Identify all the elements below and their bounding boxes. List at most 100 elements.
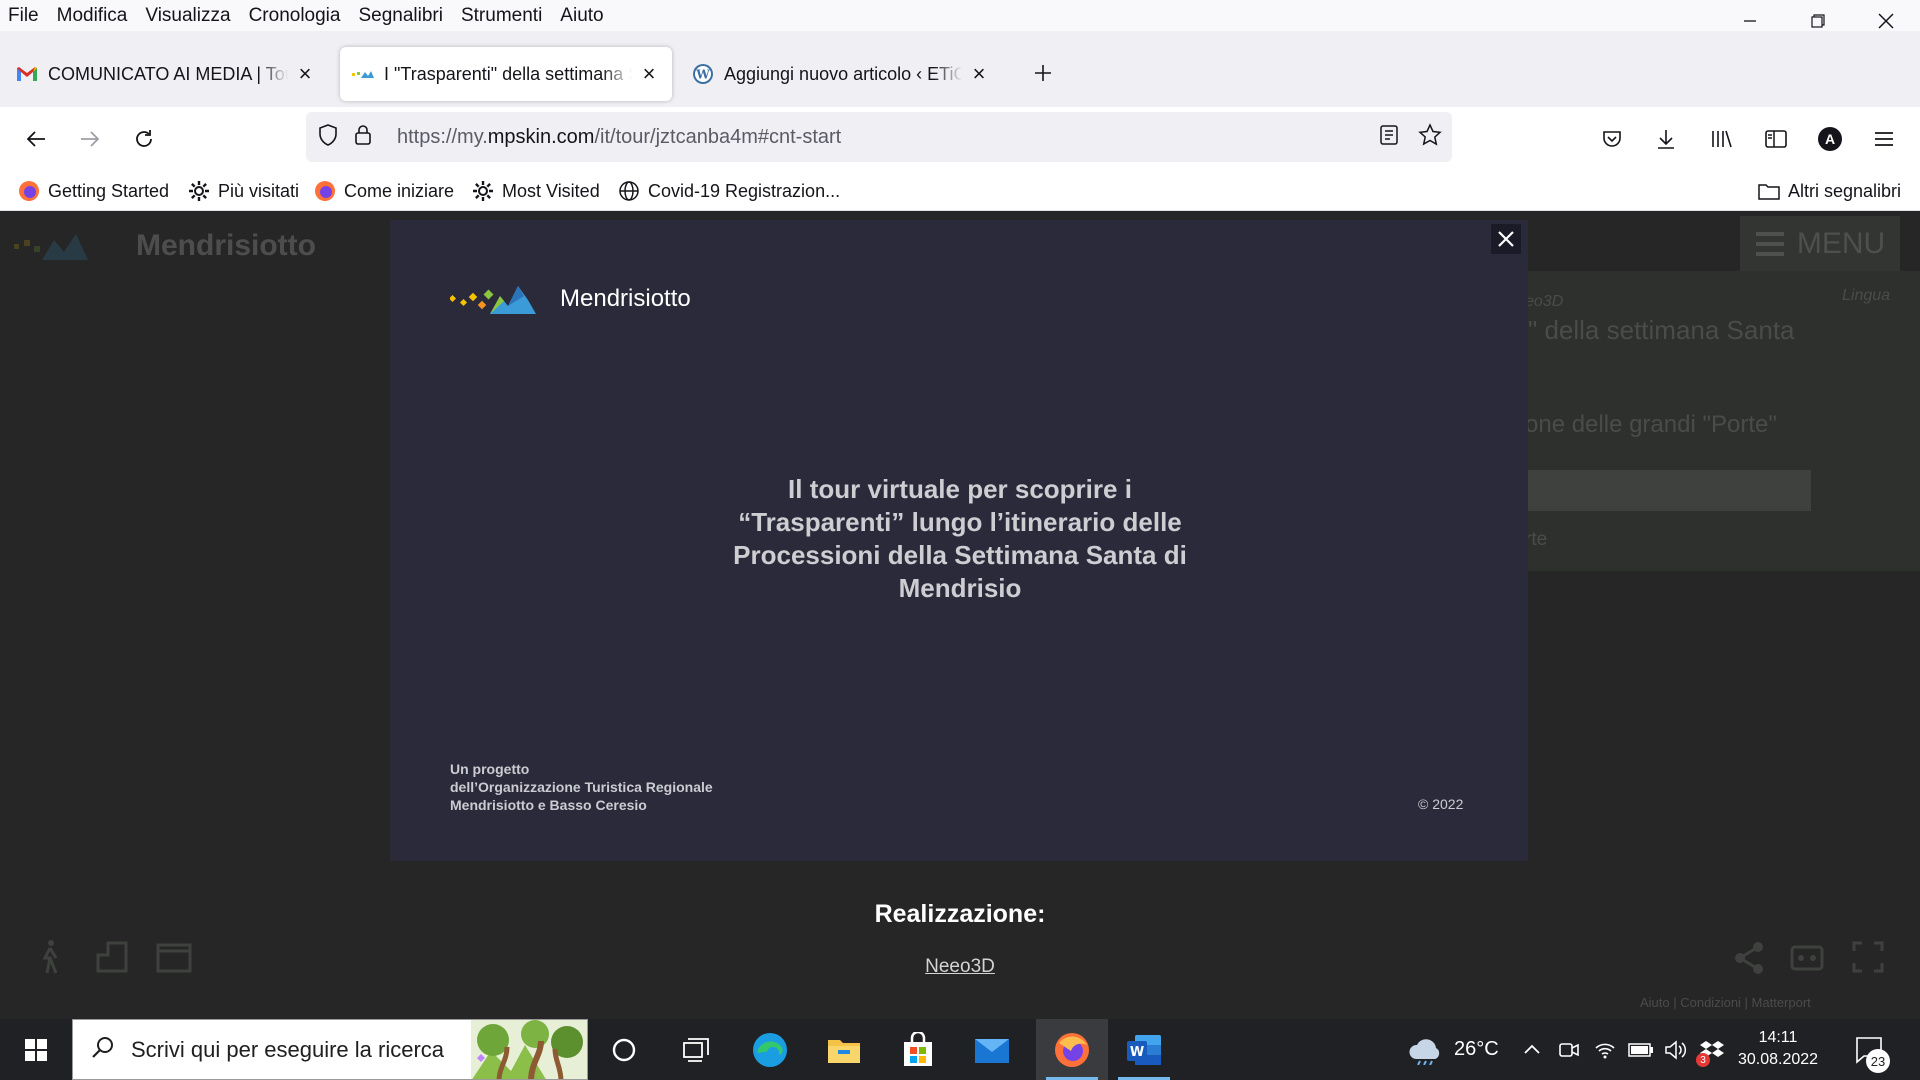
back-button[interactable] bbox=[16, 119, 56, 159]
gear-icon bbox=[472, 180, 494, 202]
menu-modifica[interactable]: Modifica bbox=[57, 5, 128, 27]
reader-view-icon[interactable] bbox=[1378, 124, 1400, 151]
tray-meet-now[interactable] bbox=[1558, 1019, 1580, 1080]
notification-center-button[interactable]: 23 bbox=[1854, 1019, 1890, 1080]
tour-item: rte bbox=[1525, 529, 1548, 550]
search-placeholder: Scrivi qui per eseguire la ricerca bbox=[131, 1036, 445, 1062]
reload-button[interactable] bbox=[124, 119, 164, 159]
menu-segnalibri[interactable]: Segnalibri bbox=[358, 5, 443, 27]
app-menu-button[interactable] bbox=[1864, 119, 1904, 159]
tray-battery[interactable] bbox=[1628, 1019, 1654, 1080]
task-view-button[interactable] bbox=[660, 1019, 732, 1080]
lock-icon[interactable] bbox=[352, 123, 374, 152]
tab-trasparenti[interactable]: I "Trasparenti" della settimana Santa × bbox=[340, 47, 672, 101]
bookmark-label: Altri segnalibri bbox=[1788, 180, 1902, 201]
bookmarks-toolbar: Getting Started Più visitati Come inizia… bbox=[0, 171, 1920, 211]
download-icon bbox=[1658, 130, 1674, 149]
tab-close-icon[interactable]: × bbox=[968, 61, 990, 86]
avatar: A bbox=[1818, 127, 1842, 151]
modal-logo-text: Mendrisiotto bbox=[560, 285, 691, 312]
gmail-icon bbox=[16, 63, 38, 85]
other-bookmarks[interactable]: Altri segnalibri bbox=[1758, 177, 1901, 205]
notification-count: 23 bbox=[1866, 1049, 1890, 1073]
tray-chevron[interactable] bbox=[1522, 1019, 1542, 1080]
taskbar-clock[interactable]: 14:11 30.08.2022 bbox=[1728, 1027, 1828, 1071]
url-bar[interactable]: https://my.mpskin.com/it/tour/jztcanba4m… bbox=[306, 112, 1452, 162]
wifi-icon bbox=[1595, 1043, 1615, 1058]
menu-visualizza[interactable]: Visualizza bbox=[145, 5, 230, 27]
project-credit-line: dell’Organizzazione Turistica Regionale bbox=[450, 779, 713, 795]
hamburger-icon bbox=[1755, 232, 1784, 256]
downloads-button[interactable] bbox=[1646, 119, 1686, 159]
menu-aiuto[interactable]: Aiuto bbox=[560, 5, 603, 27]
tab-strip: COMUNICATO AI MEDIA | Tour virtuale × I … bbox=[0, 31, 1920, 107]
weather-widget[interactable]: 26°C bbox=[1406, 1019, 1499, 1080]
account-button[interactable]: A bbox=[1810, 119, 1850, 159]
clock-date: 30.08.2022 bbox=[1737, 1051, 1819, 1068]
menu-cronologia[interactable]: Cronologia bbox=[249, 5, 341, 27]
cortana-icon bbox=[612, 1038, 636, 1061]
pocket-button[interactable] bbox=[1592, 119, 1632, 159]
start-button[interactable] bbox=[0, 1019, 72, 1080]
cortana-button[interactable] bbox=[588, 1019, 660, 1080]
gear-icon bbox=[188, 180, 210, 202]
page-content: Mendrisiotto MENU eo3D ti" della settima… bbox=[0, 211, 1920, 1019]
tab-wordpress[interactable]: W Aggiungi nuovo articolo ‹ ETiCinema × bbox=[680, 47, 1002, 101]
plus-icon bbox=[1035, 65, 1051, 81]
taskbar-file-explorer[interactable] bbox=[808, 1019, 880, 1080]
taskbar-word[interactable]: W bbox=[1108, 1019, 1180, 1080]
library-icon bbox=[1712, 130, 1732, 148]
background-logo: Mendrisiotto bbox=[14, 229, 316, 263]
search-highlight-image bbox=[471, 1020, 587, 1079]
mendrisiotto-logo-icon bbox=[450, 286, 536, 314]
search-icon bbox=[91, 1035, 115, 1064]
firefox-icon bbox=[1055, 1032, 1089, 1067]
bookmark-covid-registrazione[interactable]: Covid-19 Registrazion... bbox=[618, 177, 840, 205]
tab-close-icon[interactable]: × bbox=[638, 61, 660, 86]
menu-strumenti[interactable]: Strumenti bbox=[461, 5, 542, 27]
tray-dropbox[interactable]: 3 bbox=[1696, 1019, 1724, 1080]
arrow-left-icon bbox=[26, 131, 45, 147]
bookmark-getting-started[interactable]: Getting Started bbox=[18, 177, 169, 205]
taskbar-firefox[interactable] bbox=[1036, 1019, 1108, 1080]
task-view-icon bbox=[683, 1037, 709, 1062]
bookmark-piu-visitati[interactable]: Più visitati bbox=[188, 177, 299, 205]
folder-icon bbox=[828, 1039, 860, 1063]
tab-close-icon[interactable]: × bbox=[294, 61, 316, 86]
arrow-right-icon bbox=[81, 131, 100, 147]
taskbar-mail[interactable] bbox=[956, 1019, 1028, 1080]
bookmark-star-icon[interactable] bbox=[1418, 122, 1442, 152]
close-icon bbox=[1878, 13, 1894, 29]
tour-menu-button[interactable]: MENU bbox=[1740, 216, 1900, 272]
credits-link[interactable]: Neeo3D bbox=[0, 956, 1920, 978]
new-tab-button[interactable] bbox=[1028, 58, 1058, 88]
copyright: © 2022 bbox=[1418, 796, 1464, 812]
sidebar-button[interactable] bbox=[1756, 119, 1796, 159]
taskbar-edge[interactable] bbox=[734, 1019, 806, 1080]
svg-text:W: W bbox=[1130, 1045, 1144, 1060]
credits-title: Realizzazione: bbox=[874, 900, 1046, 928]
bookmark-label: Most Visited bbox=[502, 180, 600, 201]
forward-button[interactable] bbox=[70, 119, 110, 159]
modal-close-button[interactable] bbox=[1491, 224, 1521, 254]
taskbar-store[interactable] bbox=[882, 1019, 954, 1080]
restore-icon bbox=[1811, 14, 1825, 28]
camera-icon bbox=[1559, 1042, 1579, 1057]
shield-icon[interactable] bbox=[316, 123, 340, 152]
bookmark-label: Covid-19 Registrazion... bbox=[648, 180, 841, 201]
sidebar-icon bbox=[1765, 130, 1787, 148]
tray-volume[interactable] bbox=[1664, 1019, 1688, 1080]
tray-network[interactable] bbox=[1594, 1019, 1616, 1080]
url-text[interactable]: https://my.mpskin.com/it/tour/jztcanba4m… bbox=[397, 126, 841, 149]
weather-cloud-icon bbox=[1409, 1038, 1440, 1065]
tour-footer-links: Aiuto | Condizioni | Matterport bbox=[1640, 995, 1811, 1010]
wordpress-icon: W bbox=[692, 63, 714, 85]
tab-comunicato[interactable]: COMUNICATO AI MEDIA | Tour virtuale × bbox=[4, 47, 328, 101]
bookmark-most-visited[interactable]: Most Visited bbox=[472, 177, 600, 205]
library-button[interactable] bbox=[1702, 119, 1742, 159]
windows-icon bbox=[25, 1038, 47, 1061]
taskbar-search-box[interactable]: Scrivi qui per eseguire la ricerca bbox=[72, 1019, 588, 1080]
menu-file[interactable]: File bbox=[8, 5, 39, 27]
bookmark-label: Più visitati bbox=[218, 180, 300, 201]
bookmark-come-iniziare[interactable]: Come iniziare bbox=[314, 177, 454, 205]
